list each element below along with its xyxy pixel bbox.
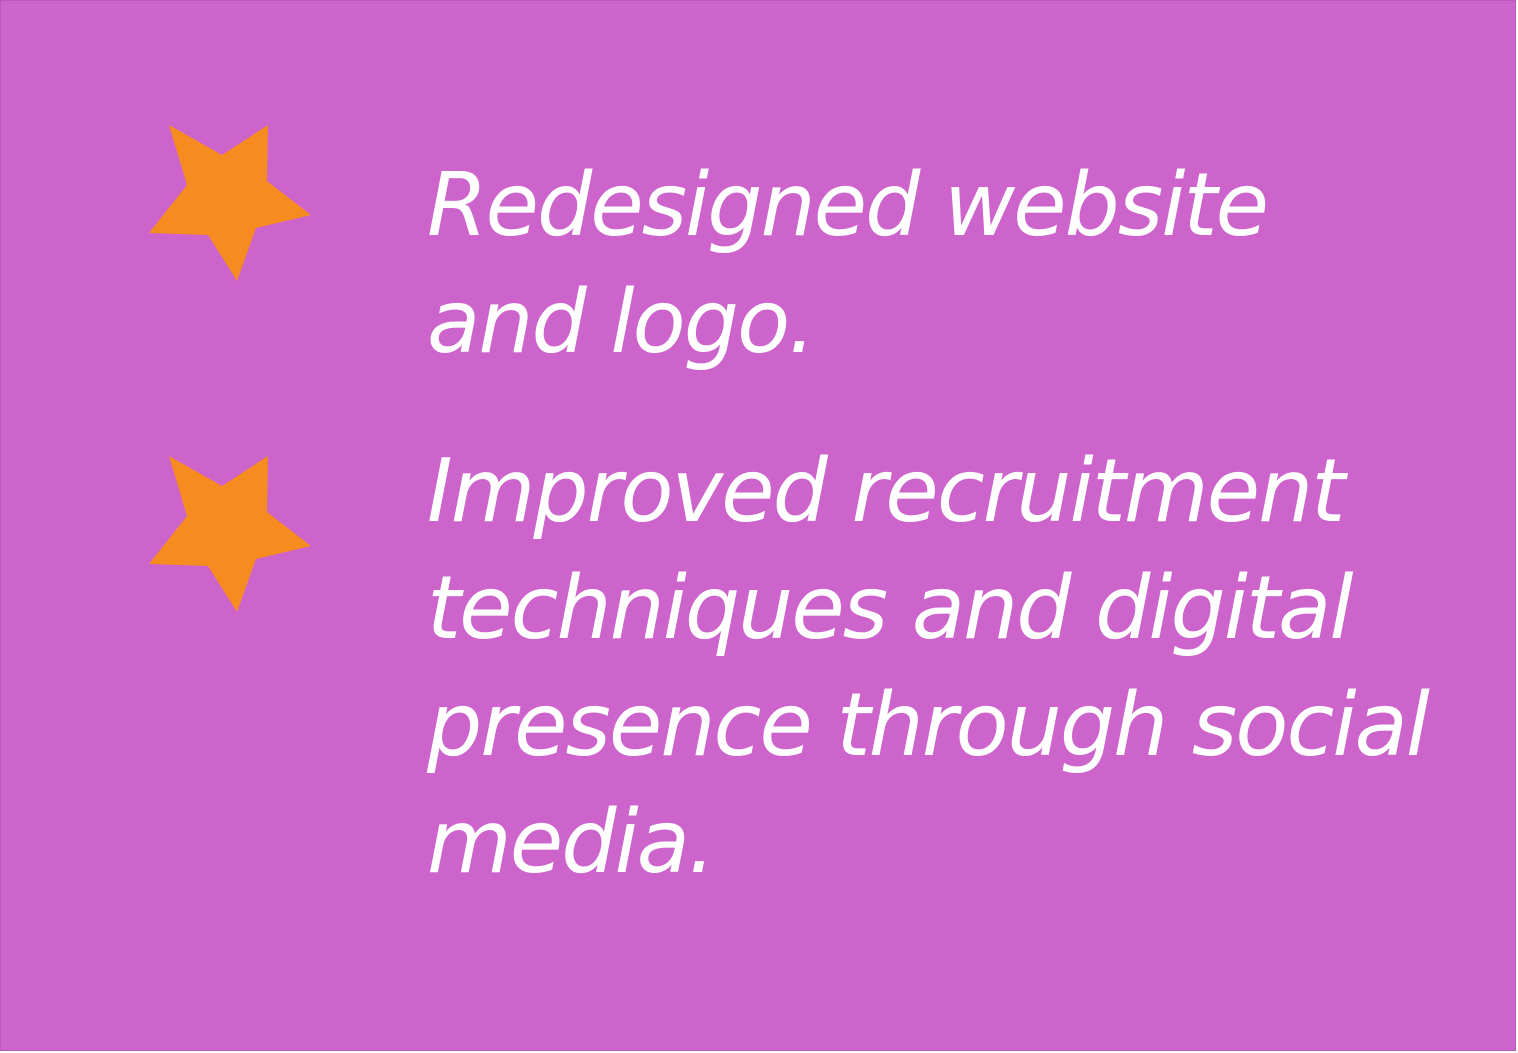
star-icon (149, 125, 311, 283)
star-icon (149, 456, 311, 614)
accomplishment-text: Improved recruitment techniques and digi… (427, 440, 1430, 893)
accomplishment-text: Redesigned website and logo. (427, 154, 1269, 373)
accomplishments-panel: Redesigned website and logo. Improved re… (0, 0, 1516, 1051)
